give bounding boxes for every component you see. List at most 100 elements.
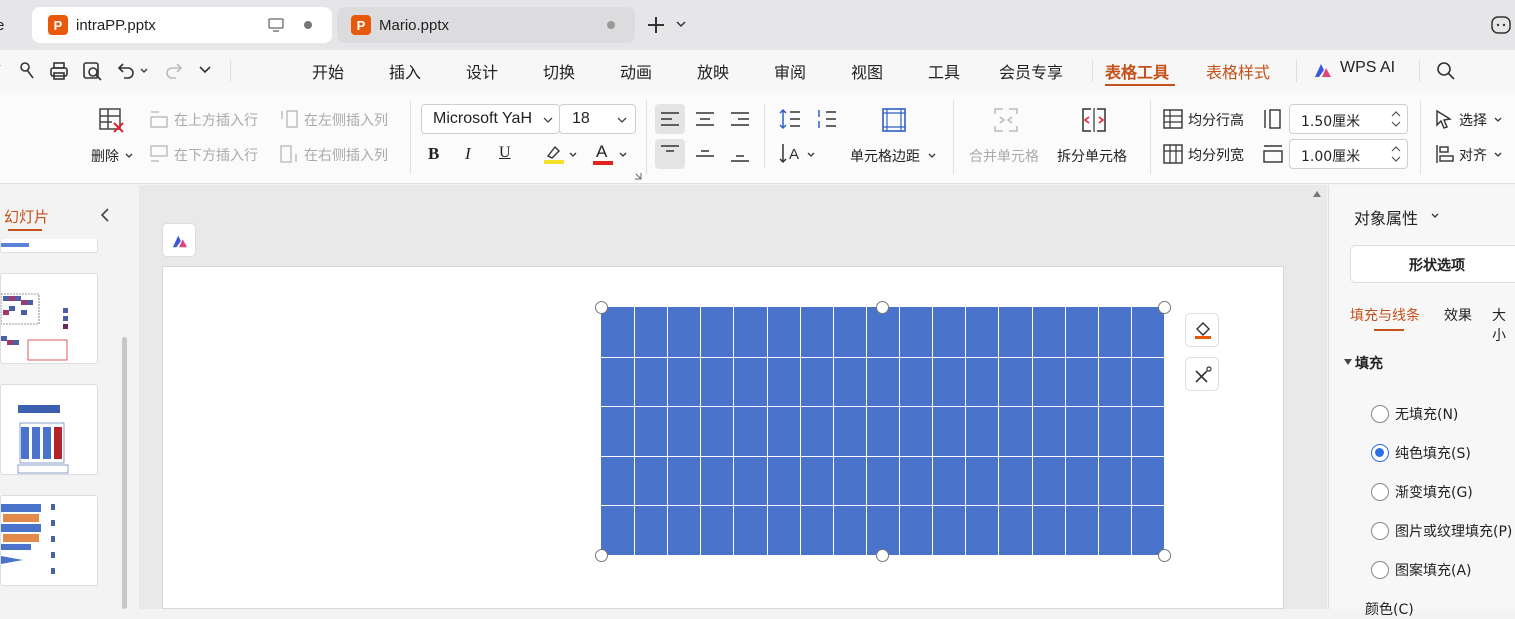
col-width-input[interactable]: 1.00厘米: [1289, 139, 1408, 169]
italic-button[interactable]: I: [465, 144, 471, 164]
split-cells-icon[interactable]: [1080, 106, 1108, 134]
style-float-button[interactable]: [1185, 357, 1219, 391]
align-button[interactable]: 对齐: [1459, 145, 1487, 165]
menu-animation[interactable]: 动画: [620, 59, 652, 83]
split-cells-button[interactable]: 拆分单元格: [1057, 146, 1127, 166]
menu-slideshow[interactable]: 放映: [697, 59, 729, 83]
highlight-icon[interactable]: [543, 143, 565, 165]
menu-member[interactable]: 会员专享: [999, 59, 1063, 83]
resize-handle-bm[interactable]: [876, 549, 889, 562]
subtab-effects[interactable]: 效果: [1444, 305, 1472, 325]
equal-col-width-button[interactable]: 均分列宽: [1188, 145, 1244, 165]
format-painter-icon[interactable]: [17, 60, 39, 82]
section-fill-caret[interactable]: [1344, 359, 1352, 365]
row-height-input[interactable]: 1.50厘米: [1289, 104, 1408, 134]
print-preview-icon[interactable]: [81, 60, 103, 82]
fill-picture-radio[interactable]: [1371, 522, 1389, 540]
chevron-down-icon[interactable]: [1431, 213, 1439, 219]
menu-wps-ai[interactable]: WPS AI: [1340, 59, 1395, 77]
fill-pattern-label[interactable]: 图案填充(A): [1395, 560, 1472, 580]
fill-solid-label[interactable]: 纯色填充(S): [1395, 443, 1471, 463]
select-button[interactable]: 选择: [1459, 110, 1487, 130]
menu-review[interactable]: 审阅: [774, 59, 806, 83]
avatar-icon[interactable]: [1490, 14, 1512, 36]
wps-ai-icon[interactable]: [1313, 61, 1333, 79]
tab-partial[interactable]: e: [0, 7, 26, 43]
chevron-down-icon[interactable]: [140, 68, 148, 74]
align-left-button[interactable]: [655, 104, 685, 134]
line-spacing-icon[interactable]: [779, 108, 801, 130]
collapse-chevron-icon[interactable]: [100, 208, 110, 222]
screen-icon[interactable]: [268, 18, 284, 32]
fill-picture-label[interactable]: 图片或纹理填充(P): [1395, 521, 1512, 541]
data-table[interactable]: [601, 307, 1164, 555]
subtab-fill-line[interactable]: 填充与线条: [1350, 305, 1420, 325]
menu-view[interactable]: 视图: [851, 59, 883, 83]
align-right-icon[interactable]: [731, 112, 749, 126]
menu-tools[interactable]: 工具: [928, 59, 960, 83]
chevron-down-icon[interactable]: [928, 153, 936, 159]
fill-solid-radio[interactable]: [1371, 444, 1389, 462]
chevron-down-icon[interactable]: [676, 20, 686, 28]
align-top-button[interactable]: [655, 139, 685, 169]
menu-table-tools[interactable]: 表格工具: [1105, 59, 1169, 83]
slides-scrollbar[interactable]: [122, 337, 127, 609]
slide-thumbnail[interactable]: [0, 495, 98, 586]
select-cursor-icon[interactable]: [1435, 109, 1453, 129]
undo-icon[interactable]: [114, 60, 136, 82]
subtab-size[interactable]: 大小: [1492, 305, 1515, 345]
properties-title[interactable]: 对象属性: [1354, 205, 1418, 229]
ai-float-button[interactable]: [162, 223, 196, 257]
fill-none-radio[interactable]: [1371, 405, 1389, 423]
fill-none-label[interactable]: 无填充(N): [1395, 404, 1458, 424]
more-chevron-icon[interactable]: [199, 66, 211, 74]
chevron-down-icon[interactable]: [569, 152, 577, 158]
font-color-glyph[interactable]: A: [596, 142, 607, 162]
tab-mario[interactable]: P Mario.pptx: [337, 7, 635, 43]
menu-insert[interactable]: 插入: [389, 59, 421, 83]
shape-options-tab[interactable]: 形状选项: [1350, 245, 1515, 283]
chevron-down-icon[interactable]: [807, 152, 815, 158]
resize-handle-br[interactable]: [1158, 549, 1171, 562]
print-icon[interactable]: [48, 60, 70, 82]
slides-panel-title[interactable]: 幻灯片: [4, 206, 49, 227]
text-direction-icon[interactable]: A: [779, 142, 805, 166]
canvas-scroll-up[interactable]: [1313, 191, 1321, 197]
menu-home[interactable]: 开始: [312, 59, 344, 83]
fill-gradient-radio[interactable]: [1371, 483, 1389, 501]
equal-row-height-button[interactable]: 均分行高: [1188, 110, 1244, 130]
align-middle-icon[interactable]: [696, 146, 714, 162]
menu-design[interactable]: 设计: [466, 59, 498, 83]
chevron-down-icon[interactable]: [125, 153, 133, 159]
slide[interactable]: [162, 266, 1284, 609]
resize-handle-tr[interactable]: [1158, 301, 1171, 314]
equal-row-height-icon[interactable]: [1162, 108, 1184, 130]
slide-thumbnail[interactable]: [0, 273, 98, 364]
paragraph-spacing-icon[interactable]: [815, 108, 837, 130]
align-center-icon[interactable]: [696, 112, 714, 126]
cell-margin-button[interactable]: 单元格边距: [850, 146, 920, 166]
resize-handle-tm[interactable]: [876, 301, 889, 314]
tab-intrapp[interactable]: P intraPP.pptx: [32, 7, 332, 43]
delete-table-icon[interactable]: [98, 106, 126, 134]
menu-table-style[interactable]: 表格样式: [1206, 59, 1270, 83]
tab-dot-icon[interactable]: [607, 21, 615, 29]
align-objects-icon[interactable]: [1435, 143, 1455, 165]
resize-handle-bl[interactable]: [595, 549, 608, 562]
fill-float-button[interactable]: [1185, 313, 1219, 347]
resize-handle-tl[interactable]: [595, 301, 608, 314]
search-icon[interactable]: [1435, 60, 1457, 82]
bold-button[interactable]: B: [428, 144, 439, 164]
fill-pattern-radio[interactable]: [1371, 561, 1389, 579]
font-name-select[interactable]: Microsoft YaH: [421, 104, 560, 134]
chevron-down-icon[interactable]: [619, 152, 627, 158]
section-fill-label[interactable]: 填充: [1355, 353, 1383, 373]
cell-margin-icon[interactable]: [880, 106, 908, 134]
equal-col-width-icon[interactable]: [1162, 143, 1184, 165]
chevron-down-icon[interactable]: [1494, 117, 1502, 123]
font-size-select[interactable]: 18: [559, 104, 636, 134]
dialog-launcher-icon[interactable]: [634, 172, 642, 180]
spinner-icon[interactable]: [1391, 109, 1401, 129]
tab-dot-icon[interactable]: [304, 21, 312, 29]
slide-thumbnail[interactable]: [0, 384, 98, 475]
